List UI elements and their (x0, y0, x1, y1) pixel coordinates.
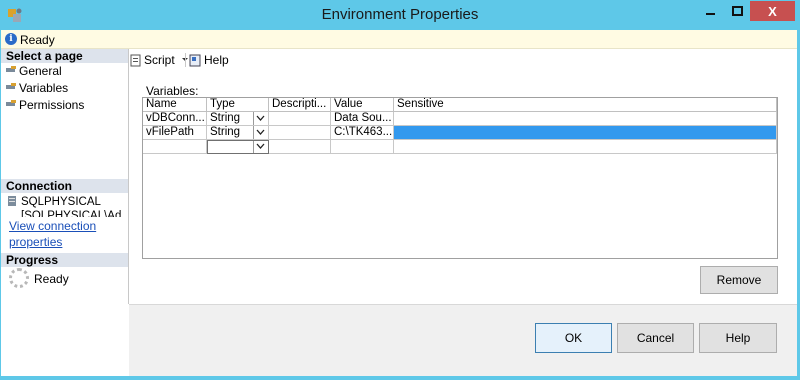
window-title: Environment Properties (321, 6, 479, 23)
table-cell-sensitive[interactable] (394, 112, 777, 126)
progress-header: Progress (1, 253, 128, 267)
table-cell-name[interactable]: vDBConn... (143, 112, 207, 126)
window-bottom-border (0, 376, 800, 380)
help-button[interactable]: Help (699, 323, 777, 353)
minimize-icon (705, 13, 715, 15)
table-cell-value[interactable]: Data Sou... (331, 112, 394, 126)
wrench-icon (6, 66, 16, 72)
view-connection-properties-link[interactable]: View connection properties (9, 218, 124, 250)
left-pane-bottom (1, 304, 129, 376)
table-cell-type[interactable]: String (207, 112, 269, 126)
toolbar-separator (185, 53, 186, 67)
column-header-value[interactable]: Value (331, 98, 394, 112)
column-header-description[interactable]: Descripti... (269, 98, 331, 112)
maximize-icon (731, 6, 743, 16)
info-icon: i (5, 33, 17, 45)
table-cell-name[interactable]: vFilePath (143, 126, 207, 140)
table-cell-description[interactable] (269, 112, 331, 126)
chevron-down-icon (256, 129, 265, 135)
script-icon (130, 54, 141, 66)
title-bar: Environment Properties X (0, 0, 800, 30)
type-value: String (210, 112, 241, 124)
new-row-name-cell[interactable] (143, 140, 207, 154)
table-cell-type[interactable]: String (207, 126, 269, 140)
server-icon (8, 196, 16, 206)
page-item-label: Permissions (19, 98, 85, 112)
progress-spinner-icon (9, 268, 29, 288)
window-left-border (0, 30, 1, 380)
remove-button[interactable]: Remove (700, 266, 778, 294)
cancel-button[interactable]: Cancel (617, 323, 694, 353)
close-button[interactable]: X (750, 1, 795, 21)
new-row-description-cell[interactable] (269, 140, 331, 154)
minimize-button[interactable] (697, 1, 724, 21)
help-toolbar-label: Help (204, 53, 229, 67)
close-icon: X (768, 3, 777, 19)
dialog-footer: OK Cancel Help (129, 304, 799, 376)
wrench-icon (6, 100, 16, 106)
new-row-type-cell[interactable] (207, 140, 269, 154)
ok-button[interactable]: OK (535, 323, 612, 353)
column-header-sensitive[interactable]: Sensitive (394, 98, 777, 112)
column-header-type[interactable]: Type (207, 98, 269, 112)
progress-status: Ready (34, 272, 69, 286)
select-page-header: Select a page (1, 49, 128, 63)
table-cell-sensitive-selected[interactable] (394, 126, 777, 140)
table-cell-value[interactable]: C:\TK463... (331, 126, 394, 140)
variables-label: Variables: (146, 84, 199, 98)
help-toolbar-button[interactable]: Help (189, 52, 229, 68)
status-strip: i Ready (1, 30, 799, 49)
status-text: Ready (20, 33, 55, 47)
left-pane: Select a page General Variables Permissi… (1, 49, 129, 304)
type-dropdown-button[interactable] (253, 126, 267, 139)
type-value: String (210, 126, 241, 138)
script-label: Script (144, 53, 175, 67)
type-dropdown-button[interactable] (253, 141, 267, 153)
chevron-down-icon (256, 143, 265, 149)
help-icon (189, 54, 201, 66)
new-row-sensitive-cell[interactable] (394, 140, 777, 154)
page-item-variables[interactable]: Variables (5, 80, 68, 96)
connection-header: Connection (1, 179, 128, 193)
variables-grid[interactable]: Name Type Descripti... Value Sensitive v… (142, 97, 778, 259)
column-header-name[interactable]: Name (143, 98, 207, 112)
connection-user: [SQLPHYSICAL\Ad (21, 210, 122, 217)
type-dropdown-button[interactable] (253, 112, 267, 125)
wrench-icon (6, 83, 16, 89)
maximize-button[interactable] (724, 1, 750, 21)
page-item-general[interactable]: General (5, 63, 62, 79)
chevron-down-icon (256, 115, 265, 121)
script-button[interactable]: Script (130, 52, 189, 68)
page-item-permissions[interactable]: Permissions (5, 97, 84, 113)
page-item-label: Variables (19, 81, 69, 95)
table-cell-description[interactable] (269, 126, 331, 140)
new-row-value-cell[interactable] (331, 140, 394, 154)
page-item-label: General (19, 64, 62, 78)
connection-server: SQLPHYSICAL (21, 196, 101, 208)
